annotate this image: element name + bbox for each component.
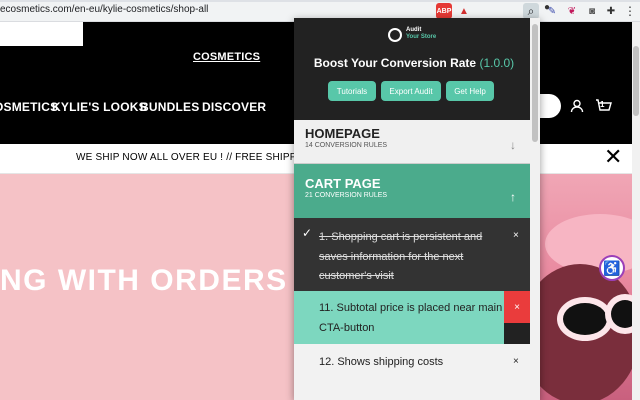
homepage-title: HOMEPAGE <box>305 126 380 141</box>
hero-text: NG WITH ORDERS <box>0 264 288 297</box>
expand-arrow-icon[interactable]: ↓ <box>510 138 516 152</box>
cart-page-rule-count: 21 CONVERSION RULES <box>305 192 388 199</box>
section-cart-page[interactable]: CART PAGE 21 CONVERSION RULES ↑ <box>294 164 530 218</box>
cosmetics-link[interactable]: COSMETICS <box>193 51 260 63</box>
site-tab[interactable] <box>0 22 83 46</box>
hero-model-image <box>520 174 640 400</box>
rule-item-highlighted[interactable]: 11. Subtotal price is placed near main C… <box>294 291 504 344</box>
audit-logo-icon <box>388 28 402 42</box>
nav-cosmetics[interactable]: OSMETICS <box>0 100 58 114</box>
cart-count: 1 <box>600 100 605 109</box>
rule-text: 11. Subtotal price is placed near main C… <box>319 302 503 334</box>
export-audit-button[interactable]: Export Audit <box>381 81 441 101</box>
address-bar-url[interactable]: ecosmetics.com/en-eu/kylie-cosmetics/sho… <box>0 4 208 15</box>
nav-bundles[interactable]: BUNDLES <box>140 100 199 114</box>
cart-page-title: CART PAGE <box>305 176 381 191</box>
audit-logo-text: Audit Your Store <box>406 27 446 41</box>
accessibility-icon[interactable]: ♿ <box>599 255 625 281</box>
check-icon[interactable]: ✓ <box>302 226 312 240</box>
camera-icon[interactable]: ◙ <box>584 3 600 19</box>
homepage-rule-count: 14 CONVERSION RULES <box>305 142 388 149</box>
sunglasses-illustration <box>520 214 640 400</box>
account-icon[interactable] <box>570 99 584 113</box>
nav-discover[interactable]: DISCOVER <box>202 100 266 114</box>
logo-line-1: Audit <box>406 27 422 33</box>
rule-text: 1. Shopping cart is persistent and saves… <box>319 231 483 282</box>
close-banner-icon[interactable]: ✕ <box>604 146 622 168</box>
dismiss-icon[interactable]: × <box>513 356 519 367</box>
popup-title: Boost Your Conversion Rate (1.0.0) <box>294 56 534 70</box>
search-icon[interactable]: ⌕ <box>523 3 539 19</box>
nav-kylies-looks[interactable]: KYLIE'S LOOKS <box>52 100 147 114</box>
popup-version: (1.0.0) <box>479 56 515 70</box>
logo-line-2: Your Store <box>406 34 437 40</box>
delete-rule-button[interactable]: × <box>504 291 530 323</box>
menu-icon[interactable]: ⋮ <box>622 3 638 19</box>
abp-icon[interactable]: ABP <box>436 3 452 19</box>
get-help-button[interactable]: Get Help <box>446 81 494 101</box>
popup-title-text: Boost Your Conversion Rate <box>313 56 477 70</box>
adobe-icon[interactable]: ▲ <box>456 3 472 19</box>
dismiss-icon[interactable]: × <box>513 230 519 241</box>
popup-scrollbar-thumb[interactable] <box>532 24 538 142</box>
rule-text: 12. Shows shipping costs <box>319 356 444 368</box>
rule-item[interactable]: 12. Shows shipping costs × <box>294 344 530 400</box>
section-homepage[interactable]: HOMEPAGE 14 CONVERSION RULES ↓ <box>294 120 530 164</box>
puzzle-icon[interactable]: ✚ <box>603 3 619 19</box>
rule-item-completed[interactable]: ✓ 1. Shopping cart is persistent and sav… <box>294 218 530 291</box>
audit-extension-popup: Audit Your Store Boost Your Conversion R… <box>294 18 540 400</box>
collapse-arrow-icon[interactable]: ↑ <box>510 190 516 204</box>
profile-dot-icon[interactable]: ● <box>540 0 554 14</box>
page-scrollbar-thumb[interactable] <box>633 46 639 116</box>
tutorials-button[interactable]: Tutorials <box>328 81 376 101</box>
feather-icon[interactable]: ❦ <box>564 3 580 19</box>
